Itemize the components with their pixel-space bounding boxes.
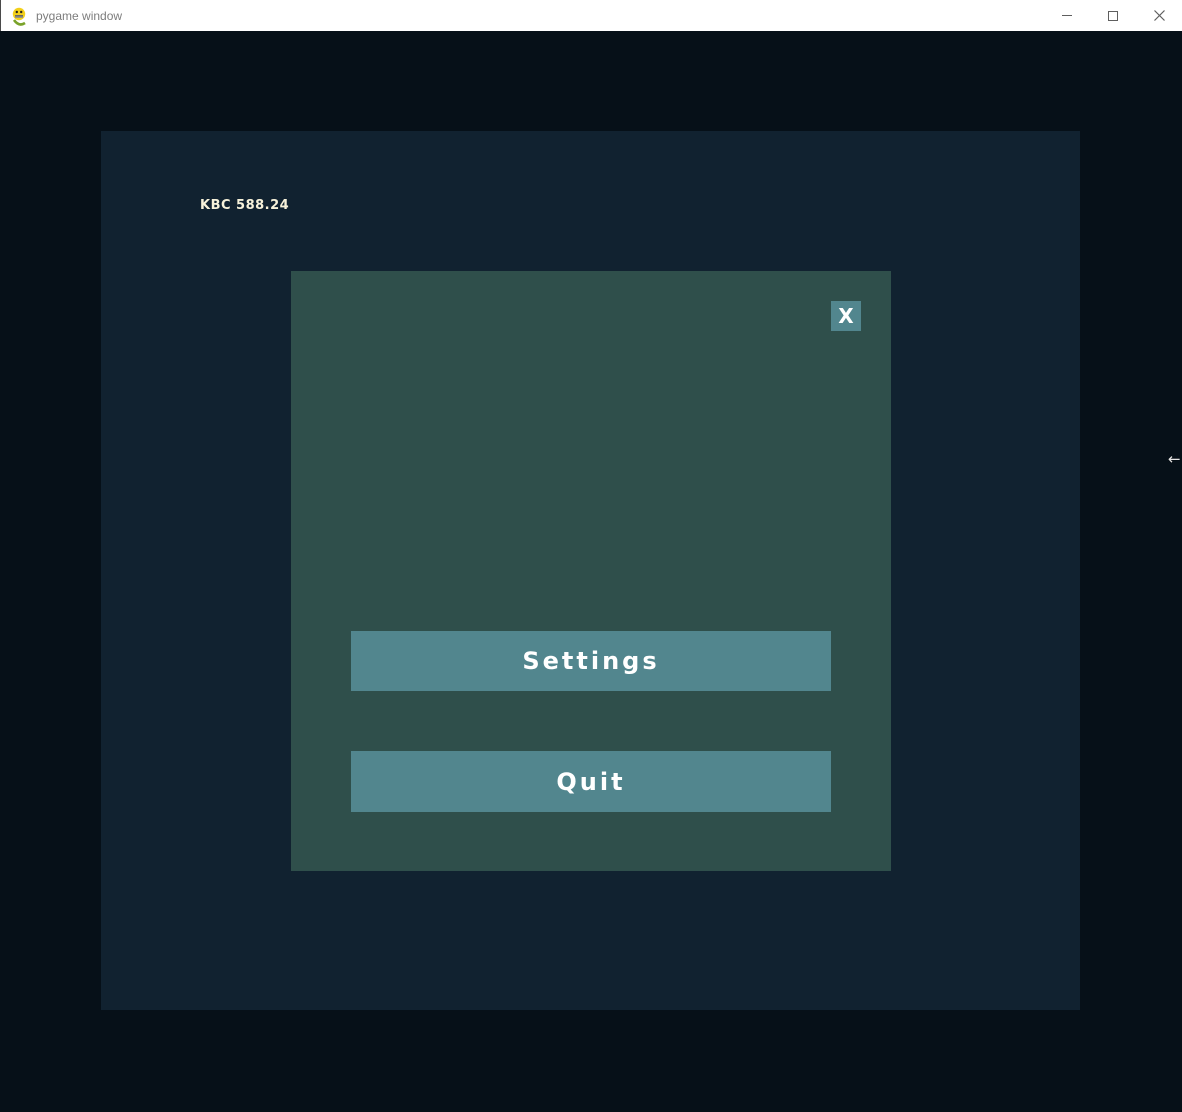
- pause-dialog: X Settings Quit: [291, 271, 891, 871]
- game-stage: KBC 588.24 X Settings Quit ←: [0, 31, 1182, 1112]
- close-button[interactable]: [1136, 0, 1182, 31]
- pygame-window: pygame window KBC 588.24 X Settings Quit: [0, 0, 1182, 1112]
- pygame-app-icon[interactable]: [9, 6, 29, 26]
- minimize-icon: [1062, 15, 1072, 16]
- cursor-arrow-icon: ←: [1168, 450, 1181, 468]
- maximize-button[interactable]: [1090, 0, 1136, 31]
- window-title: pygame window: [36, 8, 123, 23]
- minimize-button[interactable]: [1044, 0, 1090, 31]
- title-bar[interactable]: pygame window: [0, 0, 1182, 31]
- maximize-icon: [1108, 10, 1118, 21]
- quit-button[interactable]: Quit: [351, 751, 831, 812]
- window-controls: [1044, 0, 1182, 31]
- settings-button[interactable]: Settings: [351, 631, 831, 691]
- close-icon: [1153, 10, 1165, 21]
- dialog-close-button[interactable]: X: [831, 301, 861, 331]
- score-text: KBC 588.24: [200, 198, 290, 213]
